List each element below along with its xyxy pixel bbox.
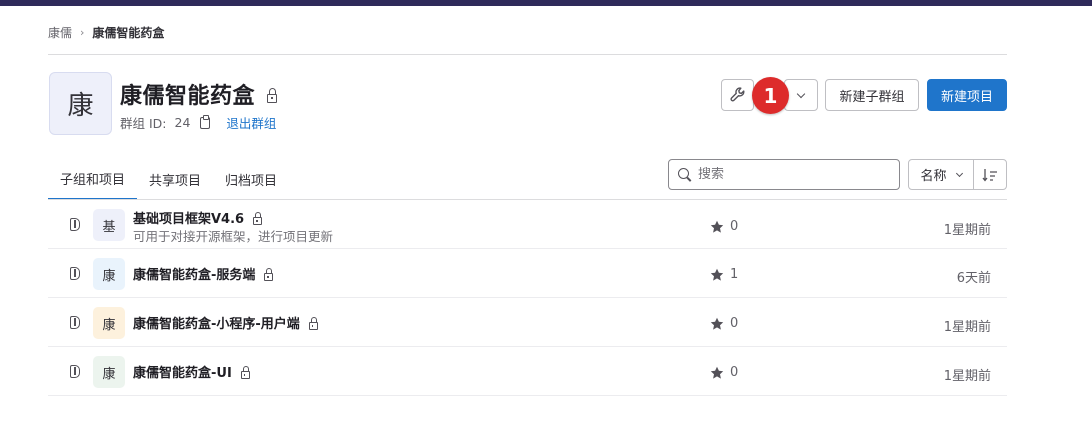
new-project-button[interactable]: 新建项目 <box>927 79 1007 111</box>
lock-icon <box>253 211 263 225</box>
project-list: 基 基础项目框架V4.6 可用于对接开源框架，进行项目更新 0 1星期前 康 康… <box>48 200 1007 396</box>
sort-select[interactable]: 名称 <box>908 159 974 190</box>
new-subgroup-button[interactable]: 新建子群组 <box>825 79 919 111</box>
updated-time: 1星期前 <box>943 320 991 335</box>
project-title: 康儒智能药盒-服务端 <box>133 264 274 283</box>
chevron-down-icon <box>955 169 963 177</box>
project-avatar: 康 <box>93 307 125 339</box>
project-name[interactable]: 康儒智能药盒-UI <box>133 362 232 381</box>
chevron-right-icon: › <box>80 25 85 39</box>
wrench-icon <box>729 87 744 102</box>
project-title: 基础项目框架V4.6 <box>133 208 263 227</box>
project-name[interactable]: 基础项目框架V4.6 <box>133 208 244 227</box>
project-name[interactable]: 康儒智能药盒-服务端 <box>133 264 255 283</box>
group-meta: 群组 ID: 24 退出群组 <box>120 113 276 132</box>
group-title-row: 康儒智能药盒 <box>120 78 278 110</box>
project-icon <box>70 218 80 231</box>
star-icon <box>710 220 724 233</box>
updated-time: 1星期前 <box>943 223 991 238</box>
project-avatar: 康 <box>93 356 125 388</box>
project-name[interactable]: 康儒智能药盒-小程序-用户端 <box>133 313 300 332</box>
star-count-value: 1 <box>730 267 739 282</box>
tab-archived-projects[interactable]: 归档项目 <box>213 158 289 200</box>
page-title: 康儒智能药盒 <box>120 84 256 109</box>
project-icon <box>70 267 80 280</box>
list-item[interactable]: 基 基础项目框架V4.6 可用于对接开源框架，进行项目更新 0 1星期前 <box>48 200 1007 249</box>
group-id-label: 群组 ID: <box>120 116 167 131</box>
group-tabs: 子组和项目 共享项目 归档项目 <box>48 158 289 200</box>
star-icon <box>710 268 724 281</box>
list-item[interactable]: 康 康儒智能药盒-UI 0 1星期前 <box>48 347 1007 396</box>
star-count-value: 0 <box>730 365 739 380</box>
sort-ascending-icon <box>982 168 997 182</box>
star-count: 0 <box>710 316 738 331</box>
group-settings-button[interactable] <box>721 79 754 111</box>
project-title: 康儒智能药盒-UI <box>133 362 250 381</box>
project-avatar: 康 <box>93 258 125 290</box>
star-count: 0 <box>710 219 738 234</box>
header-divider <box>48 54 1007 55</box>
step-badge: 1 <box>752 77 789 114</box>
search-input[interactable] <box>698 167 888 182</box>
search-icon <box>678 167 692 182</box>
sort-label: 名称 <box>920 169 947 184</box>
star-count-value: 0 <box>730 316 739 331</box>
star-icon <box>710 366 724 379</box>
chevron-down-icon <box>796 89 806 98</box>
lock-icon <box>308 316 318 330</box>
project-icon <box>70 316 80 329</box>
project-description: 可用于对接开源框架，进行项目更新 <box>133 229 334 244</box>
project-avatar: 基 <box>93 209 125 241</box>
tab-shared-projects[interactable]: 共享项目 <box>137 158 213 200</box>
group-avatar: 康 <box>49 72 112 135</box>
updated-time: 6天前 <box>956 271 991 286</box>
search-box[interactable] <box>668 159 900 190</box>
project-title: 康儒智能药盒-小程序-用户端 <box>133 313 318 332</box>
star-count: 0 <box>710 365 738 380</box>
updated-time: 1星期前 <box>943 369 991 384</box>
lock-icon <box>240 365 250 379</box>
breadcrumb-current[interactable]: 康儒智能药盒 <box>92 24 164 41</box>
tab-subgroups-projects[interactable]: 子组和项目 <box>48 158 138 200</box>
project-icon <box>70 365 80 378</box>
star-count: 1 <box>710 267 738 282</box>
settings-dropdown-toggle[interactable] <box>784 79 818 111</box>
list-item[interactable]: 康 康儒智能药盒-小程序-用户端 0 1星期前 <box>48 298 1007 347</box>
top-nav-bar <box>0 0 1092 6</box>
list-item[interactable]: 康 康儒智能药盒-服务端 1 6天前 <box>48 249 1007 298</box>
star-count-value: 0 <box>730 219 739 234</box>
breadcrumb-root[interactable]: 康儒 <box>48 24 72 41</box>
lock-icon <box>267 88 278 103</box>
sort-direction-button[interactable] <box>973 159 1007 190</box>
star-icon <box>710 317 724 330</box>
group-id-value: 24 <box>174 115 191 130</box>
lock-icon <box>264 267 274 281</box>
leave-group-link[interactable]: 退出群组 <box>226 113 276 132</box>
breadcrumb: 康儒 › 康儒智能药盒 <box>48 23 164 41</box>
copy-icon[interactable] <box>200 114 211 129</box>
